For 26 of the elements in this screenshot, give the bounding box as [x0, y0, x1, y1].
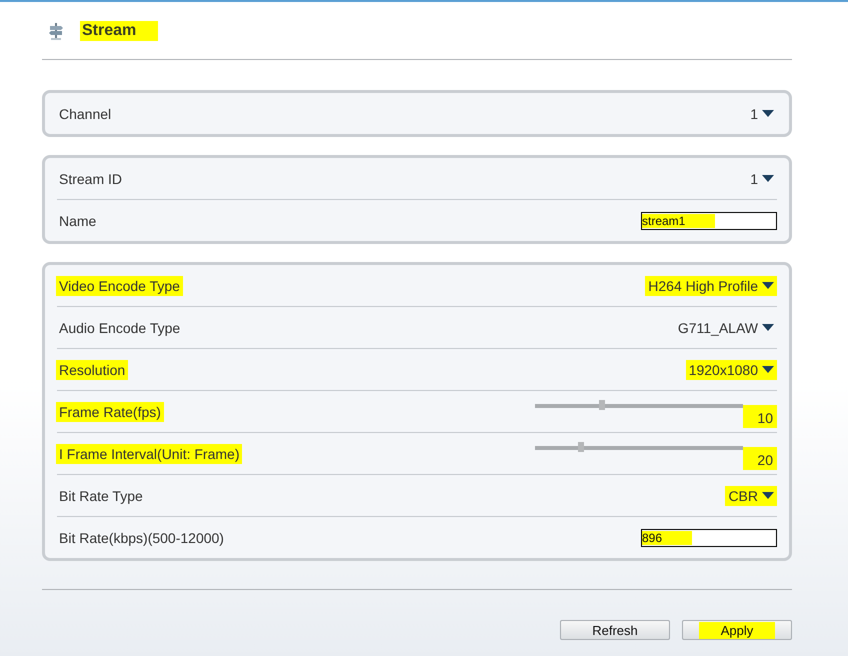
dropdown[interactable]: H264 High Profile	[645, 276, 777, 296]
slider-thumb[interactable]	[578, 442, 584, 452]
slider-value: 10	[743, 405, 777, 428]
field-label: Audio Encode Type	[58, 318, 182, 338]
input-field[interactable]: stream1	[641, 212, 777, 230]
field-label: Bit Rate Type	[58, 486, 144, 506]
field-label: Channel	[58, 104, 112, 124]
field-label: Name	[58, 212, 98, 230]
page-title: Stream	[80, 20, 158, 40]
field-label: Resolution	[56, 360, 128, 380]
field-label: Video Encode Type	[56, 276, 183, 296]
slider-thumb[interactable]	[598, 400, 605, 410]
dropdown[interactable]: CBR	[725, 486, 777, 506]
dropdown[interactable]: 1	[747, 168, 777, 188]
input-field[interactable]: 896	[641, 528, 777, 546]
field-label: Frame Rate(fps)	[56, 402, 164, 422]
dropdown[interactable]: 1	[747, 104, 777, 124]
field-label: Bit Rate(kbps)(500-12000)	[58, 528, 225, 548]
action-button[interactable]: Refresh	[560, 620, 670, 640]
signpost-icon	[48, 22, 64, 40]
dropdown[interactable]: 1920x1080	[686, 360, 777, 380]
slider-value: 20	[743, 447, 777, 470]
action-button[interactable]: Apply	[682, 620, 792, 640]
field-label: I Frame Interval(Unit: Frame)	[56, 444, 242, 464]
field-label: Stream ID	[58, 170, 124, 188]
dropdown[interactable]: G711_ALAW	[674, 318, 777, 338]
